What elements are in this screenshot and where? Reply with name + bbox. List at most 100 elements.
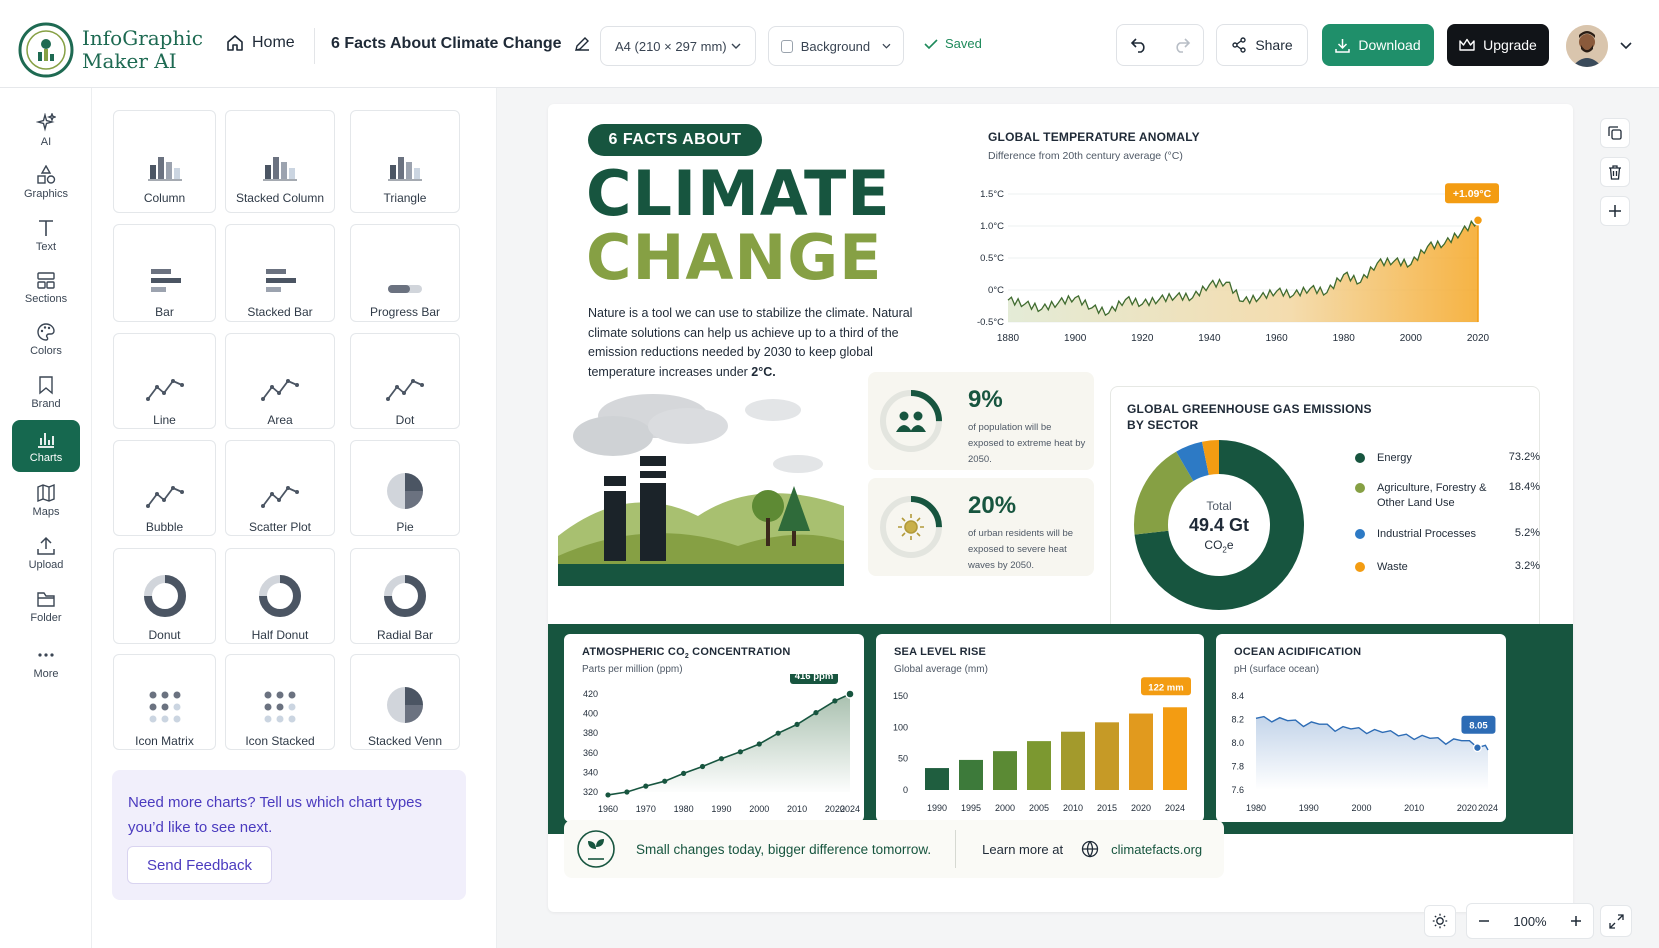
avatar[interactable] xyxy=(1566,25,1608,67)
rail-item-maps[interactable]: Maps xyxy=(12,474,80,526)
background-select[interactable]: Background xyxy=(768,26,904,66)
brand-line-2: Maker AI xyxy=(82,49,177,73)
rail-label: Maps xyxy=(32,505,60,518)
ocean-chart[interactable]: 8.4 8.2 8.0 7.8 7.61980 1990 2000 2010 2020 2024 8… xyxy=(1216,674,1506,818)
sea-level-card[interactable]: SEA LEVEL RISE Global average (mm) 150 10… xyxy=(876,634,1204,822)
ocean-x-tick: 2000 xyxy=(1351,803,1371,813)
co2-chart[interactable]: 420 400 380 360 340 3201960 1970 1980 1990 2000 20… xyxy=(564,674,864,818)
app-logo[interactable]: InfoGraphic Maker AI xyxy=(18,22,203,78)
co2-card[interactable]: ATMOSPHERIC CO2 CONCENTRATION Parts per … xyxy=(564,634,864,822)
co2-point xyxy=(643,783,649,789)
undo-icon[interactable] xyxy=(1130,37,1148,53)
chart-type-pie[interactable]: Pie xyxy=(350,440,460,536)
theme-toggle-button[interactable] xyxy=(1424,905,1456,937)
upgrade-button[interactable]: Upgrade xyxy=(1447,24,1549,66)
ocean-y-tick: 7.6 xyxy=(1231,785,1244,795)
indicator-band: ATMOSPHERIC CO2 CONCENTRATION Parts per … xyxy=(548,624,1573,834)
page-size-select[interactable]: A4 (210 × 297 mm) xyxy=(600,26,756,66)
infographic-footer: Small changes today, bigger difference t… xyxy=(564,820,1224,878)
chart-type-label: Progress Bar xyxy=(369,305,441,319)
add-page-button[interactable] xyxy=(1600,196,1630,226)
co2-point xyxy=(794,721,800,727)
expand-icon xyxy=(1608,913,1624,929)
rail-item-folder[interactable]: Folder xyxy=(12,580,80,632)
legend-swatch xyxy=(1355,453,1365,463)
column-chart-icon xyxy=(262,127,298,181)
co2-y-tick: 360 xyxy=(583,748,598,758)
co2-x-tick: 1970 xyxy=(636,804,656,814)
chart-type-icon-stacked[interactable]: Icon Stacked xyxy=(225,654,335,750)
sea-level-chart[interactable]: 150 100 50 0 1990 1995 2000 2005 2010 2015 2020 202… xyxy=(876,674,1204,818)
chart-type-bar[interactable]: Bar xyxy=(113,224,216,322)
chart-type-stacked-bar[interactable]: Stacked Bar xyxy=(225,224,335,322)
document-title[interactable]: 6 Facts About Climate Change xyxy=(331,35,590,53)
sea-x-tick: 2000 xyxy=(995,803,1015,813)
ocean-area xyxy=(1256,716,1488,790)
ghg-legend-item: Agriculture, Forestry & Other Land Use 18… xyxy=(1355,481,1540,511)
zoom-out-icon[interactable] xyxy=(1478,915,1490,927)
co2-point xyxy=(832,698,838,704)
chart-type-line[interactable]: Line xyxy=(113,333,216,429)
ghg-emissions-card[interactable]: GLOBAL GREENHOUSE GAS EMISSIONS BY SECTO… xyxy=(1110,386,1540,632)
background-checkbox[interactable] xyxy=(781,39,793,53)
rail-label: Upload xyxy=(28,558,64,571)
co2-point xyxy=(681,770,687,776)
brand-line-1: InfoGraphic xyxy=(82,26,203,50)
rail-item-more[interactable]: More xyxy=(12,636,80,688)
footer-url-link[interactable]: climatefacts.org xyxy=(1111,842,1202,857)
fullscreen-button[interactable] xyxy=(1600,905,1632,937)
chart-type-stacked-column[interactable]: Stacked Column xyxy=(225,110,335,213)
legend-swatch xyxy=(1355,483,1365,493)
chart-type-dot[interactable]: Dot xyxy=(350,333,460,429)
plus-icon xyxy=(1609,205,1621,217)
temp-y-tick: -0.5°C xyxy=(977,317,1004,328)
chart-type-donut[interactable]: Donut xyxy=(113,548,216,644)
sea-level-title: SEA LEVEL RISE xyxy=(894,646,987,658)
download-button[interactable]: Download xyxy=(1322,24,1434,66)
ocean-y-tick: 8.0 xyxy=(1231,738,1244,748)
temp-x-tick: 1980 xyxy=(1333,333,1356,344)
saved-label: Saved xyxy=(945,36,982,51)
duplicate-button[interactable] xyxy=(1600,118,1630,148)
chart-type-triangle[interactable]: Triangle xyxy=(350,110,460,213)
share-button[interactable]: Share xyxy=(1216,24,1308,66)
send-feedback-button[interactable]: Send Feedback xyxy=(127,846,272,884)
rail-label: Folder xyxy=(30,611,62,624)
account-menu-chevron-icon[interactable] xyxy=(1620,42,1632,50)
temp-y-tick: 0.5°C xyxy=(980,253,1004,264)
chart-type-bubble[interactable]: Bubble xyxy=(113,440,216,536)
temp-x-tick: 2020 xyxy=(1467,333,1490,344)
chart-type-scatter-plot[interactable]: Scatter Plot xyxy=(225,440,335,536)
home-button[interactable]: Home xyxy=(226,34,295,52)
chart-type-icon-matrix[interactable]: Icon Matrix xyxy=(113,654,216,750)
chart-type-half-donut[interactable]: Half Donut xyxy=(225,548,335,644)
rail-item-charts[interactable]: Charts xyxy=(12,420,80,472)
chart-type-progress-bar[interactable]: Progress Bar xyxy=(350,224,460,322)
sections-icon xyxy=(37,271,55,289)
chart-type-stacked-venn[interactable]: Stacked Venn xyxy=(350,654,460,750)
chart-type-label: Half Donut xyxy=(251,628,309,642)
temperature-chart[interactable]: 1.5°C 1.0°C 0.5°C 0°C -0.5°C 1880 1900 1920 1940… xyxy=(948,166,1528,356)
rail-item-ai[interactable]: AI xyxy=(12,104,80,156)
chart-type-label: Dot xyxy=(395,413,415,427)
rail-item-graphics[interactable]: Graphics xyxy=(12,156,80,208)
rail-item-sections[interactable]: Sections xyxy=(12,261,80,313)
ocean-card[interactable]: OCEAN ACIDIFICATION pH (surface ocean) 8… xyxy=(1216,634,1506,822)
rail-item-colors[interactable]: Colors xyxy=(12,313,80,365)
rail-item-brand[interactable]: Brand xyxy=(12,366,80,418)
delete-button[interactable] xyxy=(1600,157,1630,187)
pencil-icon[interactable] xyxy=(574,36,590,52)
ocean-x-tick: 1990 xyxy=(1299,803,1319,813)
temp-x-tick: 2000 xyxy=(1400,333,1423,344)
chart-type-radial-bar[interactable]: Radial Bar xyxy=(350,548,460,644)
chart-type-column[interactable]: Column xyxy=(113,110,216,213)
chart-type-area[interactable]: Area xyxy=(225,333,335,429)
zoom-in-icon[interactable] xyxy=(1570,915,1582,927)
rail-item-upload[interactable]: Upload xyxy=(12,527,80,579)
rail-item-text[interactable]: Text xyxy=(12,209,80,261)
infographic-canvas[interactable]: 6 FACTS ABOUT CLIMATE CHANGE Nature is a… xyxy=(548,104,1573,912)
co2-point xyxy=(737,749,743,755)
redo-icon[interactable] xyxy=(1173,37,1191,53)
ghg-center-label: Total 49.4 Gt CO2e xyxy=(1169,499,1269,554)
chart-type-label: Pie xyxy=(396,520,414,534)
